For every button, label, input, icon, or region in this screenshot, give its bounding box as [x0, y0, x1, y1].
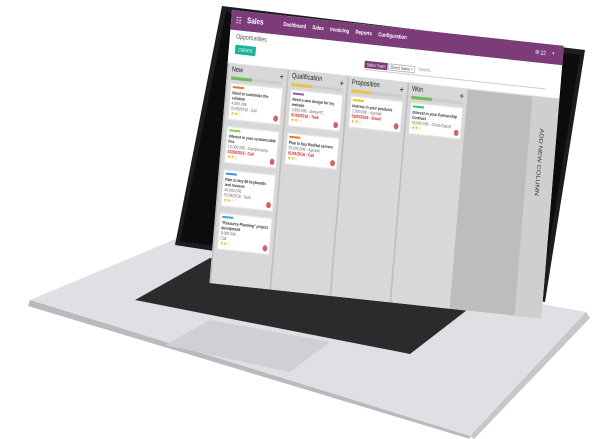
card-tag — [292, 92, 305, 96]
opportunity-card[interactable]: Need a new design for my website 3,800.00… — [287, 89, 343, 132]
card-tag — [289, 135, 301, 139]
app-brand: Sales — [246, 15, 264, 27]
messages-icon[interactable]: ✉ 22 — [535, 49, 546, 57]
quick-create-icon[interactable]: + — [279, 71, 284, 82]
card-tag — [225, 172, 237, 176]
create-button[interactable]: CREATE — [234, 44, 256, 57]
search-placeholder: Search... — [418, 66, 433, 74]
card-tag — [412, 105, 425, 109]
opportunity-card[interactable]: Plan to buy RedHat servers 25,000.00€ - A… — [284, 132, 340, 170]
menu-invoicing[interactable]: Invoicing — [330, 27, 350, 35]
laptop-mockup: ☷ Sales Dashboard Sales Invoicing Report… — [0, 0, 600, 439]
opportunity-card[interactable]: Interest in your customizable Pcs 15,000.… — [224, 125, 280, 169]
opportunity-card[interactable]: Plan to buy 60 keyboards and mouses 40,00… — [220, 169, 276, 212]
add-column-label: ADD NEW COLUMN — [533, 128, 545, 197]
quick-create-icon[interactable]: + — [339, 78, 344, 89]
column-title: New — [231, 66, 244, 75]
menu-reports[interactable]: Reports — [355, 30, 372, 38]
apps-menu-icon[interactable]: ☷ — [236, 16, 242, 26]
remove-facet-icon[interactable]: × — [411, 67, 414, 72]
notif-count: 22 — [540, 50, 547, 58]
navbar-right: ✉ 22 ◐ — [535, 49, 555, 58]
menu-configuration[interactable]: Configuration — [378, 32, 407, 41]
menu-sales[interactable]: Sales — [312, 25, 324, 32]
user-menu-icon[interactable]: ◐ — [552, 51, 555, 59]
opportunity-card[interactable]: "Resource Planning" project develpment 9,… — [217, 212, 273, 256]
opportunity-card[interactable]: Interest in your products 2,000.00€ - Agr… — [348, 95, 404, 134]
card-tag — [232, 85, 244, 90]
column-title: Proposition — [351, 79, 380, 90]
search-facet-value[interactable]: Direct Sales × — [388, 63, 416, 74]
opportunity-card[interactable]: Interest in your Partnership Contract 15,… — [408, 101, 464, 140]
card-tag — [222, 215, 234, 219]
card-tag — [229, 129, 241, 133]
column-title: Qualification — [291, 72, 323, 84]
opportunity-card[interactable]: Need to customize the solution 4,500.00€ 0… — [227, 82, 283, 126]
app-screen: ☷ Sales Dashboard Sales Invoicing Report… — [209, 10, 564, 319]
kanban-board: Won + Interest in your Partnership Contrac… — [209, 63, 560, 319]
quick-create-icon[interactable]: + — [399, 84, 404, 95]
quick-create-icon[interactable]: + — [459, 91, 464, 102]
card-tag — [352, 98, 365, 103]
breadcrumb: Opportunities — [235, 33, 268, 44]
column-title: Won — [411, 85, 424, 94]
menu-dashboard[interactable]: Dashboard — [283, 22, 306, 31]
search-facet-label: Sales Team — [364, 60, 389, 71]
